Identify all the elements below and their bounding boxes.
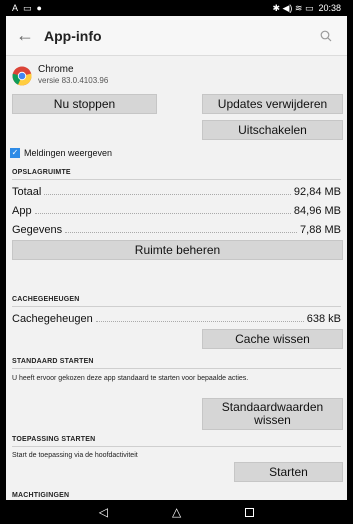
app-start-description: Start de toepassing via de hoofdactivite… xyxy=(12,452,138,459)
cache-section-title: CACHEGEHEUGEN xyxy=(12,296,80,303)
dot-leader xyxy=(95,321,304,322)
cache-row: Cachegeheugen 638 kB xyxy=(12,309,341,325)
storage-data-label: Gegevens xyxy=(12,224,63,236)
storage-data-value: 7,88 MB xyxy=(300,224,341,236)
chrome-logo-icon xyxy=(12,66,32,86)
app-info-content[interactable]: Chrome versie 83.0.4103.96 Nu stoppen Up… xyxy=(6,56,347,500)
circle-notification-icon: ● xyxy=(36,3,42,13)
divider xyxy=(12,306,341,307)
dot-leader xyxy=(34,213,291,214)
cache-label: Cachegeheugen xyxy=(12,313,93,325)
bluetooth-volume-wifi-battery-icons: ✱ ◀) ≋ ▭ xyxy=(272,3,314,13)
status-bar-left: A ▭ ● xyxy=(12,0,42,16)
storage-total-label: Totaal xyxy=(12,186,42,198)
start-button[interactable]: Starten xyxy=(234,462,343,482)
nav-home-icon[interactable]: △ xyxy=(172,505,181,519)
notification-a-icon: A xyxy=(12,3,19,13)
remove-updates-button[interactable]: Updates verwijderen xyxy=(202,94,343,114)
cache-value: 638 kB xyxy=(306,313,341,325)
storage-app-value: 84,96 MB xyxy=(293,205,341,217)
status-bar: A ▭ ● ✱ ◀) ≋ ▭ 20:38 xyxy=(6,0,347,16)
storage-section-title: OPSLAGRUIMTE xyxy=(12,169,71,176)
search-icon[interactable] xyxy=(313,30,339,42)
status-bar-right: ✱ ◀) ≋ ▭ 20:38 xyxy=(272,0,341,16)
app-title-block: Chrome versie 83.0.4103.96 xyxy=(38,64,108,86)
storage-row-app: App 84,96 MB xyxy=(12,201,341,217)
storage-app-label: App xyxy=(12,205,32,217)
default-start-description: U heeft ervoor gekozen deze app standaar… xyxy=(12,375,249,382)
clear-cache-button[interactable]: Cache wissen xyxy=(202,329,343,349)
app-version: versie 83.0.4103.96 xyxy=(38,76,109,85)
app-start-section-title: TOEPASSING STARTEN xyxy=(12,436,96,443)
storage-row-total: Totaal 92,84 MB xyxy=(12,182,341,198)
disable-button[interactable]: Uitschakelen xyxy=(202,120,343,140)
notifications-toggle[interactable]: ✓ Meldingen weergeven xyxy=(10,148,112,158)
page-title: App-info xyxy=(44,27,102,44)
device-screen: A ▭ ● ✱ ◀) ≋ ▭ 20:38 ← App-info Chrome v… xyxy=(0,0,353,524)
navigation-bar: ◁ △ xyxy=(6,500,347,524)
checkbox-checked-icon[interactable]: ✓ xyxy=(10,148,20,158)
nav-back-icon[interactable]: ◁ xyxy=(99,505,108,519)
storage-row-data: Gegevens 7,88 MB xyxy=(12,220,341,236)
divider xyxy=(12,179,341,180)
app-bar: ← App-info xyxy=(6,16,347,56)
app-header: Chrome versie 83.0.4103.96 xyxy=(12,64,108,86)
clear-defaults-label-line2: wissen xyxy=(254,413,291,427)
arrow-left-icon[interactable]: ← xyxy=(10,25,40,46)
stop-button[interactable]: Nu stoppen xyxy=(12,94,157,114)
nav-recents-icon[interactable] xyxy=(245,507,255,517)
status-time: 20:38 xyxy=(318,3,341,13)
dot-leader xyxy=(65,232,298,233)
app-name: Chrome xyxy=(38,64,74,75)
storage-total-value: 92,84 MB xyxy=(293,186,341,198)
image-notification-icon: ▭ xyxy=(23,3,32,13)
clear-defaults-button[interactable]: Standaardwaarden wissen xyxy=(202,398,343,430)
dot-leader xyxy=(44,194,291,195)
divider xyxy=(12,368,341,369)
default-start-section-title: STANDAARD STARTEN xyxy=(12,358,94,365)
divider xyxy=(12,446,341,447)
permissions-section-title: MACHTIGINGEN xyxy=(12,492,70,499)
manage-space-button[interactable]: Ruimte beheren xyxy=(12,240,343,260)
notifications-label: Meldingen weergeven xyxy=(24,148,113,158)
bezel-right xyxy=(347,0,353,524)
